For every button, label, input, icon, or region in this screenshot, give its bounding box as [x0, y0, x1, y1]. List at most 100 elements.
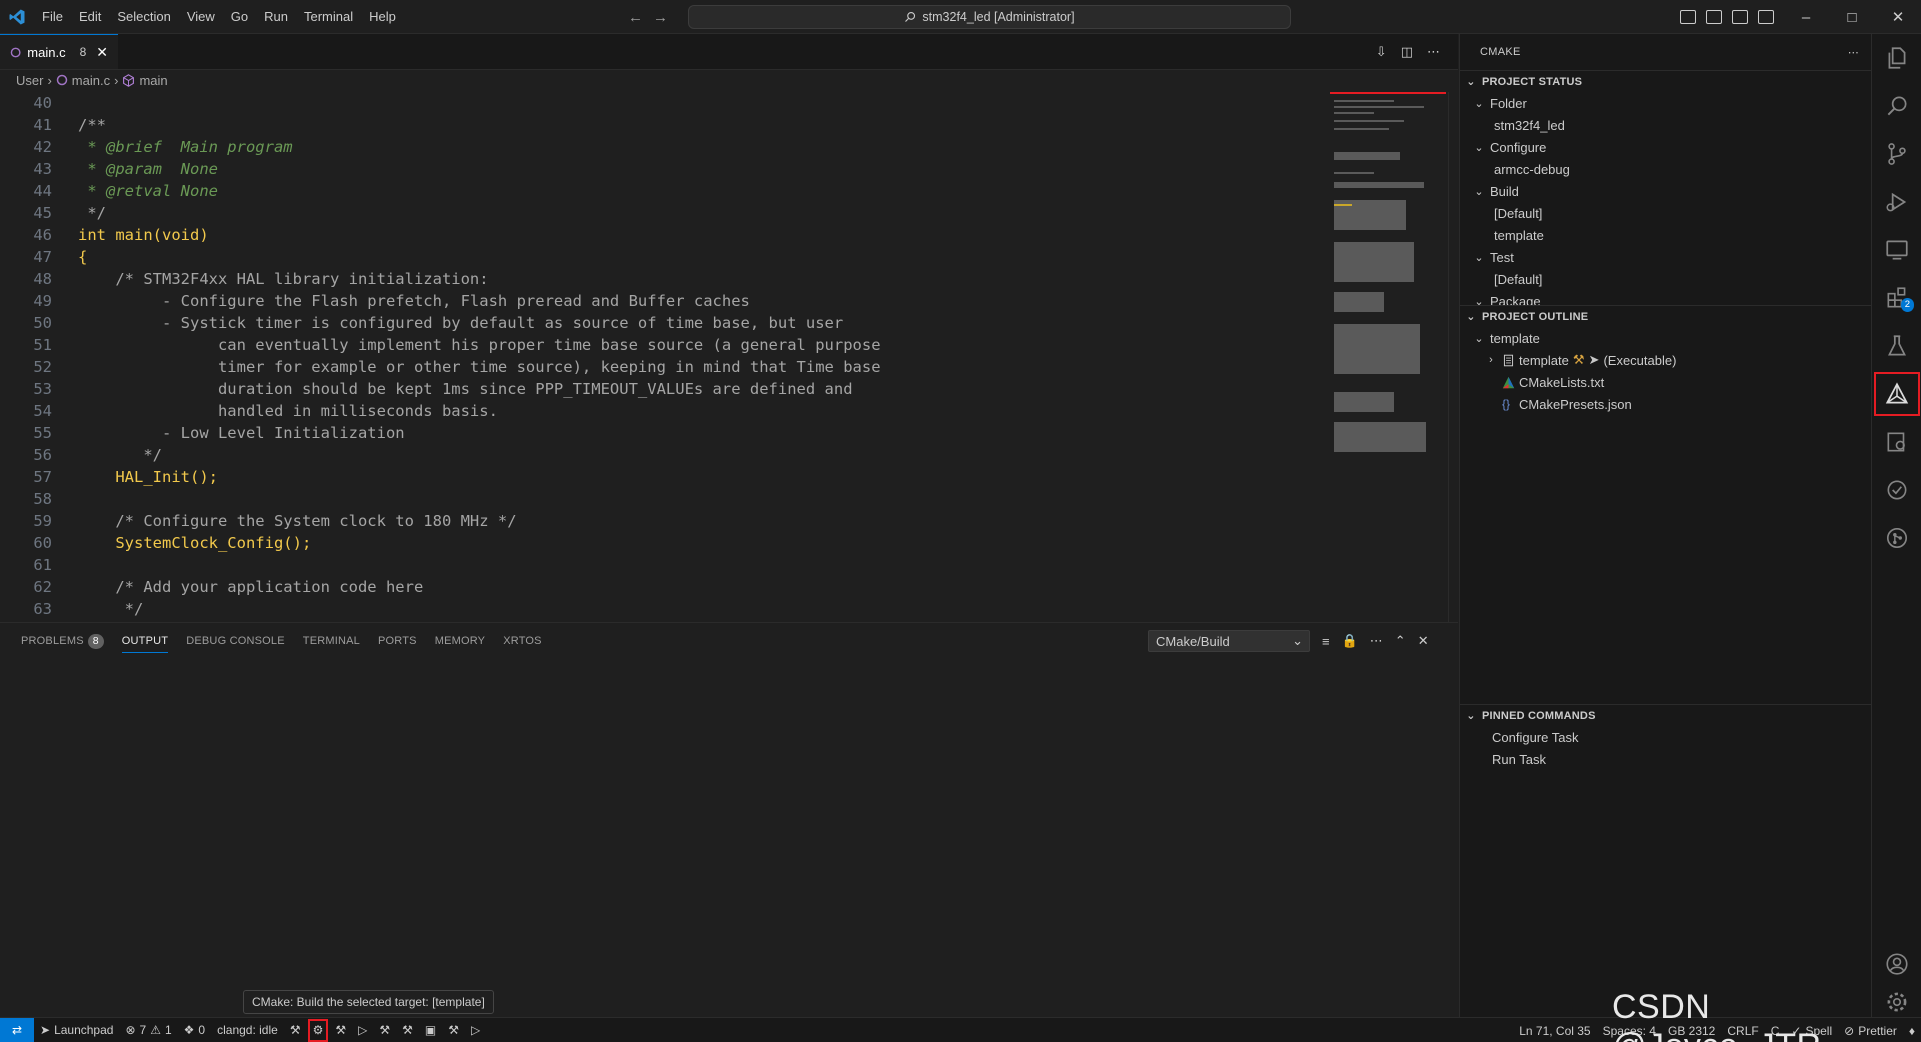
clangd-status[interactable]: clangd: idle: [211, 1018, 284, 1042]
split-editor-icon[interactable]: ◫: [1401, 44, 1413, 60]
more-actions-icon[interactable]: ⋯: [1370, 633, 1383, 649]
problems-status[interactable]: ⊗ 7 ⚠ 1: [119, 1018, 177, 1042]
breadcrumb-symbol[interactable]: main: [139, 73, 167, 88]
maximize-panel-icon[interactable]: ⌃: [1395, 633, 1406, 649]
status-group-build[interactable]: ⌄ Build: [1460, 180, 1871, 202]
outline-file-presets[interactable]: {} CMakePresets.json: [1460, 393, 1871, 415]
play-icon: ▷: [471, 1023, 481, 1037]
toggle-secondary-sidebar-icon[interactable]: [1732, 10, 1748, 24]
extensions-icon[interactable]: 2: [1872, 274, 1921, 322]
menu-file[interactable]: File: [34, 0, 71, 34]
close-tab-icon[interactable]: ✕: [96, 44, 108, 61]
forward-arrow-icon[interactable]: →: [653, 9, 668, 26]
status-group-package[interactable]: ⌄ Package: [1460, 290, 1871, 306]
project-outline-header[interactable]: ⌄ PROJECT OUTLINE: [1460, 305, 1871, 327]
pinned-commands-header[interactable]: ⌄ PINNED COMMANDS: [1460, 704, 1871, 726]
cmake-test-button[interactable]: ⚒: [442, 1018, 465, 1042]
menu-help[interactable]: Help: [361, 0, 404, 34]
tab-terminal[interactable]: TERMINAL: [294, 623, 369, 659]
cmake-icon[interactable]: [1872, 370, 1921, 418]
testing-flask-icon[interactable]: [1872, 322, 1921, 370]
menu-go[interactable]: Go: [223, 0, 256, 34]
tab-debug-console[interactable]: DEBUG CONSOLE: [177, 623, 294, 659]
close-window-icon[interactable]: ✕: [1875, 0, 1921, 34]
status-group-test[interactable]: ⌄ Test: [1460, 246, 1871, 268]
status-item[interactable]: stm32f4_led: [1460, 114, 1871, 136]
close-panel-icon[interactable]: ✕: [1418, 633, 1429, 649]
git-graph-icon[interactable]: [1872, 514, 1921, 562]
cmake-configure-button[interactable]: ⚒: [284, 1018, 307, 1042]
menu-terminal[interactable]: Terminal: [296, 0, 361, 34]
breadcrumb-file[interactable]: main.c: [72, 73, 110, 88]
tab-xrtos[interactable]: XRTOS: [494, 623, 551, 659]
menu-edit[interactable]: Edit: [71, 0, 109, 34]
chevron-down-icon: ⌄: [1474, 185, 1484, 198]
clear-output-icon[interactable]: ≡: [1322, 634, 1330, 649]
minimap[interactable]: [1330, 92, 1446, 622]
code-line: 60 SystemClock_Config();: [0, 532, 1330, 554]
status-item[interactable]: [Default]: [1460, 202, 1871, 224]
cmake-kit-button[interactable]: ⚒: [373, 1018, 396, 1042]
status-item-label: [Default]: [1494, 205, 1543, 221]
cmake-build-target-button[interactable]: ⚒: [329, 1018, 352, 1042]
remote-explorer-icon[interactable]: [1872, 226, 1921, 274]
vscode-logo-icon: [0, 0, 34, 34]
explorer-icon[interactable]: [1872, 34, 1921, 82]
device-manager-icon[interactable]: [1872, 418, 1921, 466]
command-center[interactable]: stm32f4_led [Administrator]: [688, 5, 1291, 29]
output-channel-select[interactable]: CMake/Build ⌄: [1148, 630, 1310, 652]
editor-scrollbar[interactable]: [1448, 92, 1458, 622]
cmake-variant-button[interactable]: ⚒: [396, 1018, 419, 1042]
maximize-icon[interactable]: □: [1829, 0, 1875, 34]
menu-selection[interactable]: Selection: [109, 0, 178, 34]
tab-main-c[interactable]: main.c 8 ✕: [0, 34, 118, 69]
source-control-icon[interactable]: [1872, 130, 1921, 178]
cmake-debug-button[interactable]: ▷: [352, 1018, 373, 1042]
status-item[interactable]: armcc-debug: [1460, 158, 1871, 180]
status-group-configure[interactable]: ⌄ Configure: [1460, 136, 1871, 158]
launchpad-label: Launchpad: [54, 1023, 114, 1037]
tab-output[interactable]: OUTPUT: [113, 623, 177, 659]
status-item[interactable]: [Default]: [1460, 268, 1871, 290]
more-actions-icon[interactable]: ⋯: [1427, 44, 1440, 60]
menu-view[interactable]: View: [179, 0, 223, 34]
customize-layout-icon[interactable]: [1758, 10, 1774, 24]
launchpad-item[interactable]: ➤ Launchpad: [34, 1018, 119, 1042]
code-check-icon[interactable]: [1872, 466, 1921, 514]
code-line: 45 */: [0, 202, 1330, 224]
outline-file-cmakelists[interactable]: CMakeLists.txt: [1460, 371, 1871, 393]
lock-scroll-icon[interactable]: 🔒: [1342, 633, 1358, 649]
cmake-launch-button[interactable]: ▷: [465, 1018, 486, 1042]
status-group-folder[interactable]: ⌄ Folder: [1460, 92, 1871, 114]
ports-status[interactable]: ❖ 0: [178, 1018, 211, 1042]
toggle-primary-sidebar-icon[interactable]: [1680, 10, 1696, 24]
cmake-package-button[interactable]: ▣: [419, 1018, 442, 1042]
cmake-build-button[interactable]: ⚙: [307, 1018, 330, 1042]
run-debug-icon[interactable]: [1872, 178, 1921, 226]
outline-root[interactable]: ⌄ template: [1460, 327, 1871, 349]
cursor-position[interactable]: Ln 71, Col 35: [1513, 1018, 1596, 1042]
search-icon[interactable]: [1872, 82, 1921, 130]
minimize-icon[interactable]: –: [1783, 0, 1829, 34]
save-download-icon[interactable]: ⇩: [1376, 44, 1387, 60]
toggle-panel-icon[interactable]: [1706, 10, 1722, 24]
line-text: * @brief Main program: [78, 138, 293, 156]
back-arrow-icon[interactable]: ←: [628, 9, 643, 26]
remote-indicator-icon[interactable]: ⇄: [0, 1017, 34, 1042]
outline-target[interactable]: › template ⚒ ➤ (Executable): [1460, 349, 1871, 371]
project-status-tree: ⌄ Folder stm32f4_led ⌄ Configure armcc-debug ⌄…: [1460, 92, 1871, 306]
error-count: 7: [139, 1023, 147, 1037]
tab-ports[interactable]: PORTS: [369, 623, 426, 659]
tab-memory[interactable]: MEMORY: [426, 623, 495, 659]
vscode-window: File Edit Selection View Go Run Terminal…: [0, 0, 1921, 1042]
pinned-configure-task[interactable]: Configure Task: [1460, 726, 1871, 748]
menu-run[interactable]: Run: [256, 0, 296, 34]
project-status-header[interactable]: ⌄ PROJECT STATUS: [1460, 70, 1871, 92]
tab-problems[interactable]: PROBLEMS 8: [12, 623, 113, 659]
breadcrumb-folder[interactable]: User: [16, 73, 43, 88]
pinned-run-task[interactable]: Run Task: [1460, 748, 1871, 770]
code-editor[interactable]: 40 41/** 42 * @brief Main program 43 * @par…: [0, 92, 1330, 622]
status-item[interactable]: template: [1460, 224, 1871, 246]
more-actions-icon[interactable]: ⋯: [1848, 46, 1859, 59]
executable-file-icon: [1503, 354, 1514, 366]
